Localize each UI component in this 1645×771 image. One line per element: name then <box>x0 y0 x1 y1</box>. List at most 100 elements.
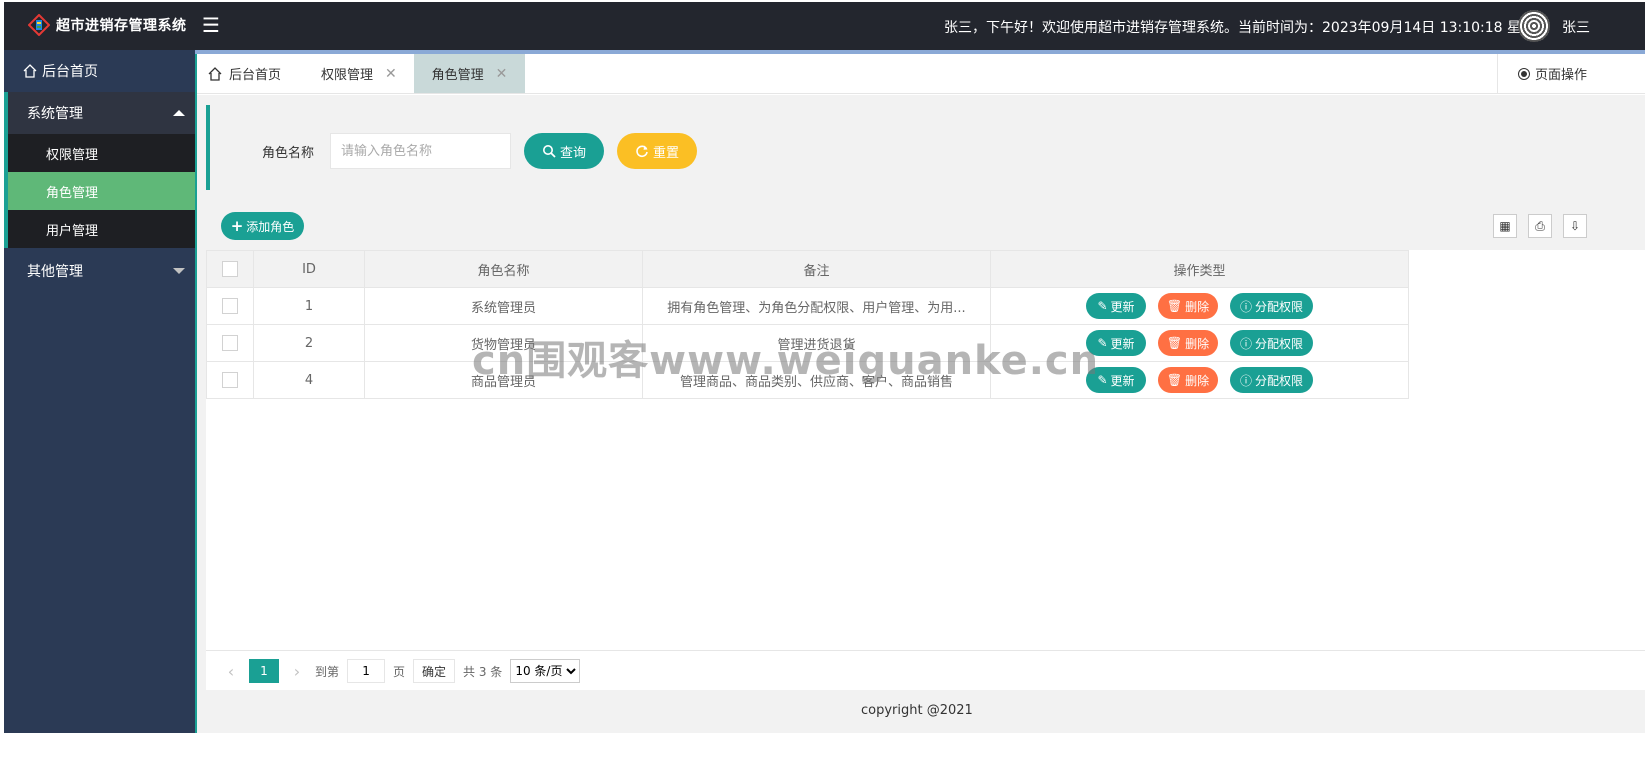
trash-icon: 🗑 <box>1166 299 1183 313</box>
header-select-all <box>206 250 254 288</box>
page-current[interactable]: 1 <box>249 659 279 683</box>
add-role-label: 添加角色 <box>246 219 295 234</box>
delete-button[interactable]: 🗑 删除 <box>1158 330 1218 356</box>
row-select-cell <box>206 361 254 399</box>
page-operations-menu[interactable]: 页面操作 <box>1497 54 1645 93</box>
sidebar-item-role[interactable]: 角色管理 <box>4 172 195 210</box>
table-row: 4 商品管理员 管理商品、商品类别、供应商、客户、商品销售 ✎ 更新 🗑 删除 ⓘ 分… <box>206 361 1409 399</box>
page-unit-label: 页 <box>393 664 406 679</box>
search-panel: 角色名称 查询 重置 <box>206 105 1645 190</box>
cell-remark: 管理商品、商品类别、供应商、客户、商品销售 <box>642 361 991 399</box>
sidebar: 后台首页 系统管理 权限管理 角色管理 用户管理 其他管理 <box>4 50 195 733</box>
cell-id: 1 <box>253 287 365 325</box>
add-role-button[interactable]: + 添加角色 <box>221 212 304 240</box>
cell-id: 2 <box>253 324 365 362</box>
sidebar-item-permission[interactable]: 权限管理 <box>4 134 195 172</box>
goto-label: 到第 <box>315 664 340 679</box>
home-icon <box>208 66 222 81</box>
info-icon: ⓘ <box>1239 373 1252 388</box>
update-label: 更新 <box>1110 299 1135 314</box>
row-checkbox[interactable] <box>222 298 238 314</box>
sidebar-item-label: 角色管理 <box>46 185 99 201</box>
assign-permission-button[interactable]: ⓘ 分配权限 <box>1230 367 1313 393</box>
update-button[interactable]: ✎ 更新 <box>1086 330 1146 356</box>
reset-button[interactable]: 重置 <box>617 133 697 169</box>
sidebar-item-label: 后台首页 <box>42 64 98 80</box>
app-frame: 超市进销存管理系统 ☰ 张三，下午好！欢迎使用超市进销存管理系统。当前时间为：2… <box>0 0 1645 771</box>
sidebar-item-label: 权限管理 <box>46 147 99 163</box>
search-icon <box>542 145 556 158</box>
prev-page-icon[interactable]: ‹ <box>221 662 241 681</box>
delete-button[interactable]: 🗑 删除 <box>1158 293 1218 319</box>
assign-permission-button[interactable]: ⓘ 分配权限 <box>1230 330 1313 356</box>
tab-permission[interactable]: 权限管理 ✕ <box>321 54 397 93</box>
cell-remark: 管理进货退货 <box>642 324 991 362</box>
refresh-icon <box>636 145 648 158</box>
assign-permission-label: 分配权限 <box>1255 336 1304 351</box>
user-name[interactable]: 张三 <box>1562 17 1590 37</box>
logo-icon <box>28 14 50 36</box>
info-icon: ⓘ <box>1239 336 1252 351</box>
pencil-icon: ✎ <box>1097 336 1108 350</box>
cell-role-name: 系统管理员 <box>364 287 643 325</box>
sidebar-item-home[interactable]: 后台首页 <box>4 50 195 92</box>
tab-label: 权限管理 <box>321 68 374 83</box>
search-label: 角色名称 <box>262 146 315 161</box>
close-icon[interactable]: ✕ <box>496 66 508 82</box>
close-icon[interactable]: ✕ <box>385 66 397 82</box>
cell-operations: ✎ 更新 🗑 删除 ⓘ 分配权限 <box>990 324 1409 362</box>
page-size-select[interactable]: 10 条/页 <box>510 659 581 683</box>
print-icon[interactable]: ⎙ <box>1528 214 1552 238</box>
columns-filter-icon[interactable]: ▦ <box>1493 214 1517 238</box>
tab-role[interactable]: 角色管理 ✕ <box>414 54 525 93</box>
tab-label: 角色管理 <box>431 68 484 83</box>
next-page-icon[interactable]: › <box>287 662 307 681</box>
trash-icon: 🗑 <box>1166 336 1183 350</box>
menu-toggle-icon[interactable]: ☰ <box>202 14 220 36</box>
avatar[interactable] <box>1518 10 1550 42</box>
confirm-page-button[interactable]: 确定 <box>413 659 456 683</box>
update-button[interactable]: ✎ 更新 <box>1086 293 1146 319</box>
reset-button-label: 重置 <box>652 145 679 161</box>
role-name-input[interactable] <box>330 133 511 169</box>
copyright-text: copyright @2021 <box>861 703 973 718</box>
assign-permission-label: 分配权限 <box>1255 373 1304 388</box>
total-count: 共 3 条 <box>463 664 503 679</box>
sidebar-group-label: 其他管理 <box>27 264 83 280</box>
delete-button[interactable]: 🗑 删除 <box>1158 367 1218 393</box>
query-button[interactable]: 查询 <box>524 133 604 169</box>
update-button[interactable]: ✎ 更新 <box>1086 367 1146 393</box>
sidebar-group-other[interactable]: 其他管理 <box>4 250 195 292</box>
page-operations-label: 页面操作 <box>1535 68 1588 83</box>
update-label: 更新 <box>1110 373 1135 388</box>
tab-bar: 后台首页 权限管理 ✕ 角色管理 ✕ 页面操作 <box>197 54 1645 94</box>
sidebar-group-system[interactable]: 系统管理 <box>4 92 195 134</box>
sidebar-item-user[interactable]: 用户管理 <box>4 210 195 248</box>
delete-label: 删除 <box>1185 299 1210 314</box>
row-select-cell <box>206 287 254 325</box>
roles-table: ID 角色名称 备注 操作类型 1 系统管理员 拥有角色管理、为角色分配权限、用… <box>206 250 1409 399</box>
row-checkbox[interactable] <box>222 372 238 388</box>
table-row: 2 货物管理员 管理进货退货 ✎ 更新 🗑 删除 ⓘ 分配权限 <box>206 324 1409 362</box>
app-title: 超市进销存管理系统 <box>56 18 187 34</box>
tab-home[interactable]: 后台首页 <box>207 54 281 93</box>
export-icon[interactable]: ⇩ <box>1563 214 1587 238</box>
sidebar-item-label: 用户管理 <box>46 223 99 239</box>
top-header: 超市进销存管理系统 ☰ 张三，下午好！欢迎使用超市进销存管理系统。当前时间为：2… <box>4 2 1645 50</box>
assign-permission-button[interactable]: ⓘ 分配权限 <box>1230 293 1313 319</box>
home-icon <box>23 64 37 78</box>
query-button-label: 查询 <box>559 145 586 161</box>
app-logo: 超市进销存管理系统 <box>28 14 187 36</box>
row-select-cell <box>206 324 254 362</box>
pencil-icon: ✎ <box>1097 299 1108 313</box>
plus-icon: + <box>230 217 244 235</box>
welcome-text: 张三，下午好！欢迎使用超市进销存管理系统。当前时间为：2023年09月14日 1… <box>944 20 1550 36</box>
header-role-name: 角色名称 <box>364 250 643 288</box>
select-all-checkbox[interactable] <box>222 261 238 277</box>
footer: copyright @2021 <box>197 690 1645 733</box>
cell-operations: ✎ 更新 🗑 删除 ⓘ 分配权限 <box>990 361 1409 399</box>
cell-operations: ✎ 更新 🗑 删除 ⓘ 分配权限 <box>990 287 1409 325</box>
main-content: 角色名称 查询 重置 + 添加角色 <box>197 95 1645 690</box>
page-number-input[interactable] <box>347 659 386 683</box>
row-checkbox[interactable] <box>222 335 238 351</box>
